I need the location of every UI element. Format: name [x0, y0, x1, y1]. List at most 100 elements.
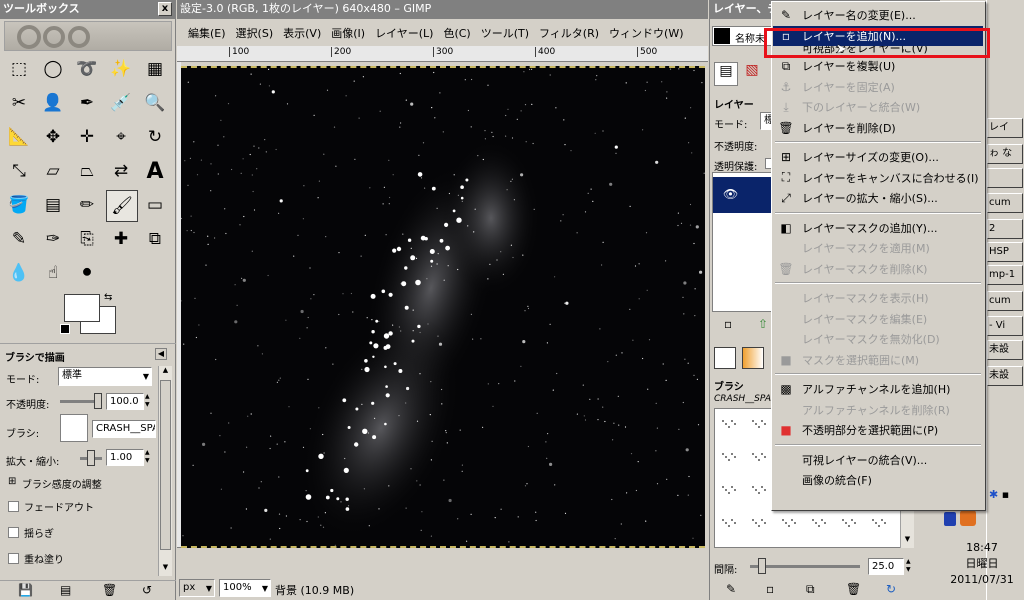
menu-item[interactable]: レイヤー(L): [370, 25, 438, 43]
foreground-select-icon[interactable]: 👤: [38, 88, 68, 118]
perspective-icon[interactable]: ⏢: [72, 156, 102, 186]
blur-icon[interactable]: 💧: [4, 258, 34, 288]
ellipse-select-icon[interactable]: ◯: [38, 54, 68, 84]
toolbox-close-button[interactable]: x: [158, 2, 172, 16]
taskbar-button[interactable]: 未設: [987, 340, 1023, 360]
lasso-icon[interactable]: ➰: [72, 54, 102, 84]
brush-thumb[interactable]: [839, 514, 861, 534]
layer-row-background[interactable]: 👁: [713, 177, 773, 213]
horizontal-ruler[interactable]: 100 200 300 400 500: [177, 46, 708, 62]
scale-input[interactable]: 1.00: [106, 449, 144, 466]
spacing-slider-handle[interactable]: [758, 558, 766, 574]
shear-icon[interactable]: ▱: [38, 156, 68, 186]
menu-item[interactable]: ツール(T): [476, 25, 534, 43]
tray-app-icon[interactable]: [944, 512, 956, 526]
spacing-input[interactable]: 25.0: [868, 558, 904, 575]
eraser-icon[interactable]: ▭: [140, 190, 170, 220]
bluetooth-icon[interactable]: ✱: [989, 488, 998, 501]
menu-item-6[interactable]: 🗑 レイヤーを削除(D): [773, 118, 983, 138]
unit-select[interactable]: px ▼: [179, 579, 215, 597]
brush-thumb[interactable]: [719, 481, 741, 501]
paths-icon[interactable]: ✒: [72, 88, 102, 118]
incremental-checkbox[interactable]: [8, 553, 19, 564]
restore-options-icon[interactable]: ▤: [60, 583, 71, 597]
taskbar-button[interactable]: [987, 168, 1023, 188]
brush-options-scrollbar[interactable]: ▲ ▼: [158, 366, 172, 576]
dock-tab-channels[interactable]: ▧: [740, 62, 764, 86]
image-window-titlebar[interactable]: 設定-3.0 (RGB, 1枚のレイヤー) 640x480 – GIMP: [177, 0, 708, 19]
taskbar-button[interactable]: mp-1: [987, 265, 1023, 285]
menu-item-10[interactable]: ⤢ レイヤーの拡大・縮小(S)...: [773, 188, 983, 208]
brush-thumb[interactable]: [749, 481, 771, 501]
brush-thumb[interactable]: [719, 448, 741, 468]
taskbar-button[interactable]: ゎ な: [987, 144, 1023, 164]
duplicate-brush-icon[interactable]: ⧉: [806, 582, 815, 597]
paintbrush-icon[interactable]: 🖌: [106, 190, 138, 222]
menu-item[interactable]: 編集(E): [183, 25, 231, 43]
menu-item[interactable]: 画像(I): [326, 25, 370, 43]
spacing-spinner[interactable]: ▲ ▼: [906, 558, 915, 575]
scroll-up-icon[interactable]: ▲: [159, 366, 172, 379]
default-colors-icon[interactable]: [60, 324, 70, 334]
taskbar-button[interactable]: cum: [987, 193, 1023, 213]
taskbar-button[interactable]: - Vi: [987, 316, 1023, 336]
taskbar-button[interactable]: cum: [987, 291, 1023, 311]
zoom-icon[interactable]: 🔍: [140, 88, 170, 118]
network-icon[interactable]: ▪: [1002, 488, 1009, 501]
crop-icon[interactable]: ⌖: [106, 122, 136, 152]
menu-item[interactable]: 色(C): [438, 25, 475, 43]
menu-item[interactable]: 表示(V): [278, 25, 326, 43]
swap-colors-icon[interactable]: ⇆: [104, 292, 112, 303]
taskbar-button[interactable]: 2: [987, 219, 1023, 239]
menu-item-21[interactable]: ▩ アルファチャンネルを追加(H): [773, 379, 983, 399]
brushes-tab-a[interactable]: [714, 347, 736, 369]
brush-thumb[interactable]: [869, 514, 891, 534]
taskbar-button[interactable]: 未設: [987, 366, 1023, 386]
panel-menu-arrow-icon[interactable]: ◀: [155, 348, 167, 360]
foreground-color-swatch[interactable]: [64, 294, 100, 322]
bucket-fill-icon[interactable]: 🪣: [4, 190, 34, 220]
mode-select[interactable]: 標準 ▼: [58, 367, 152, 386]
jitter-checkbox[interactable]: [8, 527, 19, 538]
brush-thumb[interactable]: [719, 514, 741, 534]
scroll-down-icon[interactable]: ▼: [901, 535, 914, 548]
menu-item[interactable]: フィルタ(R): [534, 25, 604, 43]
opacity-slider-handle[interactable]: [94, 393, 102, 409]
brushes-tab-b[interactable]: [742, 347, 764, 369]
rect-select-icon[interactable]: ⬚: [4, 54, 34, 84]
scroll-down-icon[interactable]: ▼: [159, 563, 172, 576]
new-brush-icon[interactable]: ▫: [766, 582, 774, 596]
opacity-spinner[interactable]: ▲ ▼: [145, 393, 154, 410]
perspective-clone-icon[interactable]: ⧉: [140, 224, 170, 254]
scroll-thumb[interactable]: [160, 380, 171, 550]
fuzzy-select-icon[interactable]: ✨: [106, 54, 136, 84]
refresh-brushes-icon[interactable]: ↻: [886, 582, 896, 596]
move-icon[interactable]: ✥: [38, 122, 68, 152]
tray-app-icon[interactable]: [960, 510, 976, 526]
scale-slider-handle[interactable]: [87, 450, 95, 466]
airbrush-icon[interactable]: ✎: [4, 224, 34, 254]
align-icon[interactable]: ✛: [72, 122, 102, 152]
ink-icon[interactable]: ✑: [38, 224, 68, 254]
menu-item-25[interactable]: 可視レイヤーの統合(V)...: [773, 450, 983, 470]
brush-thumb[interactable]: [719, 415, 741, 435]
blend-icon[interactable]: ▤: [38, 190, 68, 220]
brush-thumb[interactable]: [749, 448, 771, 468]
new-layer-icon[interactable]: ▫: [724, 317, 732, 331]
spacing-slider-track[interactable]: [750, 565, 860, 568]
scissors-icon[interactable]: ✂: [4, 88, 34, 118]
brush-preview[interactable]: [60, 414, 88, 442]
raise-layer-icon[interactable]: ⇧: [758, 317, 768, 331]
menu-item-12[interactable]: ◧ レイヤーマスクの追加(Y)...: [773, 218, 983, 238]
scale-spinner[interactable]: ▲ ▼: [145, 449, 154, 466]
brush-thumb[interactable]: [749, 415, 771, 435]
pressure-expander[interactable]: ⊞: [8, 476, 16, 487]
menu-item-3[interactable]: ⧉ レイヤーを複製(U): [773, 56, 983, 76]
image-canvas[interactable]: [181, 66, 705, 548]
tray-clock[interactable]: 18:47 日曜日 2011/07/31: [940, 540, 1024, 600]
reset-options-icon[interactable]: ↺: [142, 583, 152, 597]
brush-thumb[interactable]: [779, 514, 801, 534]
text-icon[interactable]: A: [140, 156, 170, 186]
delete-brush-icon[interactable]: 🗑: [846, 582, 861, 596]
taskbar-button[interactable]: HSP: [987, 242, 1023, 262]
